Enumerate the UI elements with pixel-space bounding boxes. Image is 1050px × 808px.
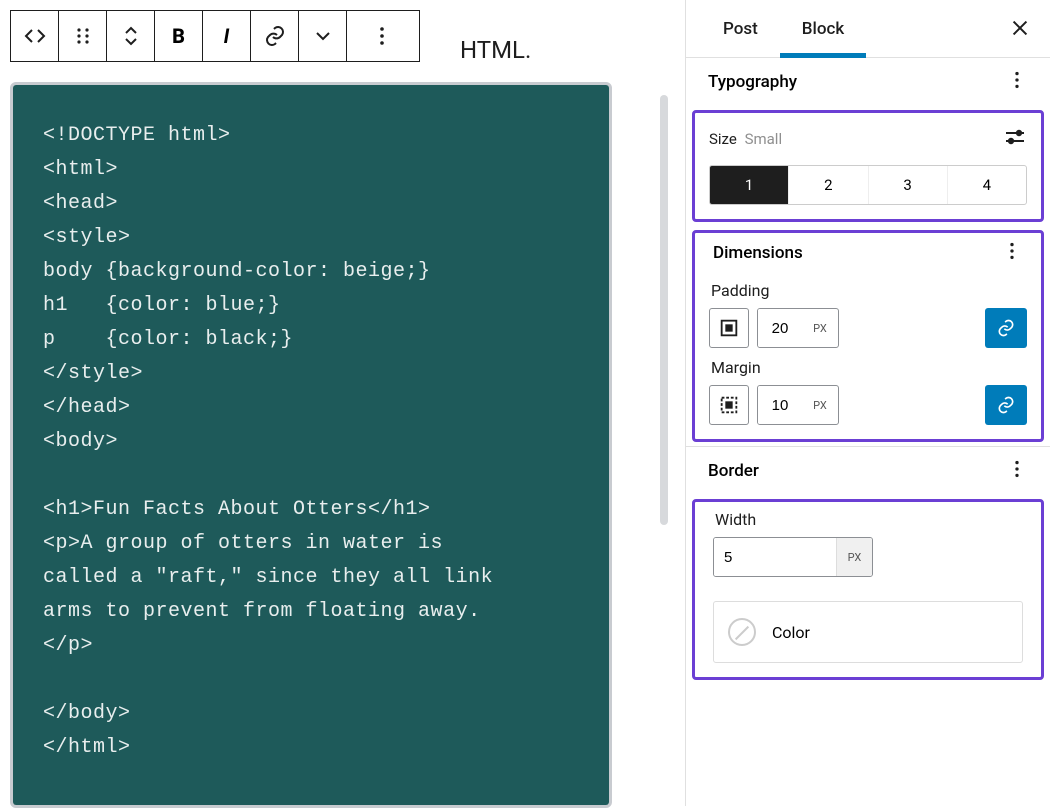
typography-size-panel: Size Small 1 2 3 4: [692, 110, 1044, 222]
margin-link-button[interactable]: [985, 385, 1027, 425]
color-swatch-icon: [728, 618, 756, 646]
margin-row: PX: [709, 385, 1027, 425]
border-color-label: Color: [772, 623, 810, 642]
padding-label: Padding: [711, 281, 1027, 300]
border-title: Border: [708, 461, 759, 481]
custom-size-button[interactable]: [1003, 125, 1027, 153]
border-header: Border: [686, 447, 1050, 495]
typography-header: Typography: [686, 58, 1050, 106]
padding-value[interactable]: [758, 309, 802, 347]
border-width-input[interactable]: PX: [713, 537, 873, 577]
border-width-value[interactable]: [714, 538, 836, 576]
link-button[interactable]: [251, 11, 299, 61]
drag-handle[interactable]: [59, 11, 107, 61]
dimensions-options-button[interactable]: [1001, 240, 1023, 267]
padding-input[interactable]: PX: [757, 308, 839, 348]
bold-button[interactable]: B: [155, 11, 203, 61]
padding-unit[interactable]: PX: [802, 309, 838, 347]
close-sidebar-button[interactable]: [1006, 14, 1034, 42]
block-label: HTML.: [460, 36, 531, 64]
padding-sides-button[interactable]: [709, 308, 749, 348]
margin-sides-button[interactable]: [709, 385, 749, 425]
typography-title: Typography: [708, 72, 797, 92]
size-value: Small: [745, 130, 783, 148]
border-panel: Width PX Color: [692, 499, 1044, 680]
border-options-button[interactable]: [1006, 458, 1028, 485]
padding-link-button[interactable]: [985, 308, 1027, 348]
settings-sidebar: Post Block Typography Size Small 1 2 3 4: [685, 0, 1050, 806]
size-option-2[interactable]: 2: [789, 166, 868, 204]
more-rich-text-button[interactable]: [299, 11, 347, 61]
options-button[interactable]: [347, 11, 417, 61]
border-width-unit[interactable]: PX: [836, 538, 872, 576]
tab-post[interactable]: Post: [701, 0, 780, 57]
move-up-down-button[interactable]: [107, 11, 155, 61]
size-option-1[interactable]: 1: [710, 166, 789, 204]
dimensions-title: Dimensions: [713, 243, 803, 263]
size-label: Size: [709, 130, 737, 148]
editor-area: B I HTML. <!DOCTYPE html> <html> <head> …: [0, 0, 685, 806]
code-content[interactable]: <!DOCTYPE html> <html> <head> <style> bo…: [13, 85, 609, 805]
code-block[interactable]: <!DOCTYPE html> <html> <head> <style> bo…: [10, 82, 612, 808]
scrollbar[interactable]: [660, 95, 668, 525]
padding-row: PX: [709, 308, 1027, 348]
size-option-4[interactable]: 4: [948, 166, 1026, 204]
margin-label: Margin: [711, 358, 1027, 377]
margin-unit[interactable]: PX: [802, 386, 838, 424]
tab-block[interactable]: Block: [780, 0, 866, 57]
font-size-segmented: 1 2 3 4: [709, 165, 1027, 205]
border-color-button[interactable]: Color: [713, 601, 1023, 663]
size-option-3[interactable]: 3: [869, 166, 948, 204]
italic-button[interactable]: I: [203, 11, 251, 61]
block-type-button[interactable]: [11, 11, 59, 61]
margin-value[interactable]: [758, 386, 802, 424]
typography-options-button[interactable]: [1006, 69, 1028, 96]
block-toolbar: B I: [10, 10, 420, 62]
sidebar-tabs: Post Block: [686, 0, 1050, 58]
border-width-label: Width: [715, 510, 1023, 529]
dimensions-panel: Dimensions Padding PX Margin: [692, 230, 1044, 442]
margin-input[interactable]: PX: [757, 385, 839, 425]
